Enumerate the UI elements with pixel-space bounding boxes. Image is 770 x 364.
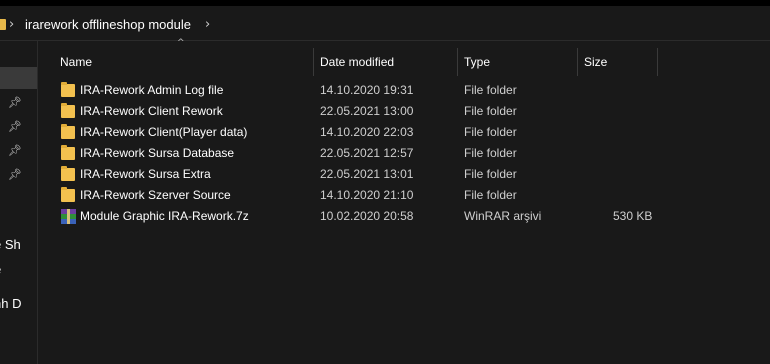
folder-icon bbox=[61, 166, 75, 181]
file-type: File folder bbox=[464, 104, 517, 118]
file-date: 22.05.2021 13:01 bbox=[320, 167, 414, 181]
file-list-pane: ^ Name Date modified Type Size IRA-Rewor… bbox=[38, 38, 770, 364]
chevron-right-icon[interactable]: › bbox=[205, 17, 210, 32]
file-row[interactable]: IRA-Rework Client(Player data) 14.10.202… bbox=[58, 122, 698, 143]
breadcrumb-current-folder[interactable]: irarework offlineshop module bbox=[25, 17, 191, 32]
file-type: File folder bbox=[464, 146, 517, 160]
file-date: 10.02.2020 20:58 bbox=[320, 209, 414, 223]
column-header-date-modified[interactable]: Date modified bbox=[314, 48, 458, 76]
file-row[interactable]: Module Graphic IRA-Rework.7z 10.02.2020 … bbox=[58, 206, 698, 227]
folder-icon bbox=[0, 19, 6, 30]
column-header-name[interactable]: Name bbox=[54, 48, 314, 76]
file-row[interactable]: IRA-Rework Szerver Source 14.10.2020 21:… bbox=[58, 185, 698, 206]
folder-icon bbox=[61, 82, 75, 97]
file-name: IRA-Rework Admin Log file bbox=[80, 83, 224, 97]
file-type: File folder bbox=[464, 83, 517, 97]
pin-icon[interactable]: 📌︎ bbox=[8, 168, 22, 181]
file-row[interactable]: IRA-Rework Sursa Extra 22.05.2021 13:01 … bbox=[58, 164, 698, 185]
folder-icon bbox=[61, 145, 75, 160]
file-row[interactable]: IRA-Rework Sursa Database 22.05.2021 12:… bbox=[58, 143, 698, 164]
file-name: IRA-Rework Szerver Source bbox=[80, 188, 231, 202]
file-name: IRA-Rework Sursa Database bbox=[80, 146, 235, 160]
file-name: IRA-Rework Client(Player data) bbox=[80, 125, 248, 139]
file-date: 22.05.2021 12:57 bbox=[320, 146, 414, 160]
file-type: File folder bbox=[464, 125, 517, 139]
sidebar-item-label[interactable]: nh D bbox=[0, 296, 21, 311]
folder-icon bbox=[61, 187, 75, 202]
chevron-right-icon[interactable]: › bbox=[9, 17, 14, 32]
navigation-pane: 📌︎ 📌︎ 📌︎ 📌︎ e Sh e nh D bbox=[0, 41, 38, 364]
sort-ascending-icon: ^ bbox=[177, 38, 185, 48]
sidebar-item-label[interactable]: e Sh bbox=[0, 237, 21, 252]
file-name: Module Graphic IRA-Rework.7z bbox=[80, 209, 249, 223]
pin-icon[interactable]: 📌︎ bbox=[8, 120, 22, 133]
column-header-size[interactable]: Size bbox=[578, 48, 658, 76]
file-type: File folder bbox=[464, 167, 517, 181]
file-date: 22.05.2021 13:00 bbox=[320, 104, 414, 118]
folder-icon bbox=[61, 103, 75, 118]
file-name: IRA-Rework Client Rework bbox=[80, 104, 223, 118]
folder-icon bbox=[61, 124, 75, 139]
file-date: 14.10.2020 21:10 bbox=[320, 188, 414, 202]
column-headers: ^ Name Date modified Type Size bbox=[38, 38, 770, 76]
file-name: IRA-Rework Sursa Extra bbox=[80, 167, 211, 181]
file-type: File folder bbox=[464, 188, 517, 202]
pin-icon[interactable]: 📌︎ bbox=[8, 144, 22, 157]
file-date: 14.10.2020 22:03 bbox=[320, 125, 414, 139]
file-date: 14.10.2020 19:31 bbox=[320, 83, 414, 97]
sidebar-item-label[interactable]: e bbox=[0, 262, 1, 277]
file-row[interactable]: IRA-Rework Admin Log file 14.10.2020 19:… bbox=[58, 80, 698, 101]
sidebar-item-selected[interactable] bbox=[0, 67, 37, 89]
address-bar[interactable]: › irarework offlineshop module › bbox=[0, 6, 770, 41]
winrar-archive-icon bbox=[61, 209, 76, 224]
file-type: WinRAR arşivi bbox=[464, 209, 542, 223]
pin-icon[interactable]: 📌︎ bbox=[8, 96, 22, 109]
file-size: 530 KB bbox=[613, 209, 653, 223]
column-header-type[interactable]: Type bbox=[458, 48, 578, 76]
file-row[interactable]: IRA-Rework Client Rework 22.05.2021 13:0… bbox=[58, 101, 698, 122]
